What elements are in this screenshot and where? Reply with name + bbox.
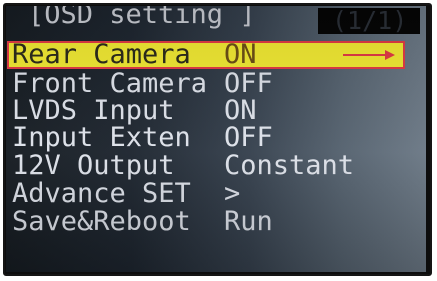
menu-item-input-exten[interactable]: Input Exten OFF [6, 124, 426, 152]
menu-item-label: Rear Camera [12, 39, 191, 70]
osd-header: [OSD setting ] (1/1) [12, 6, 422, 36]
right-arrow-icon [343, 50, 395, 60]
menu-item-label: Save&Reboot [12, 206, 191, 237]
osd-screen: [OSD setting ] (1/1) Rear Camera ON Fron… [6, 6, 426, 272]
menu-item-save-reboot[interactable]: Save&Reboot Run [6, 208, 426, 236]
menu-item-rear-camera[interactable]: Rear Camera ON [7, 41, 405, 69]
menu-item-value: Constant [224, 150, 355, 181]
menu-item-value: Run [224, 206, 273, 237]
menu-item-label: Advance SET [12, 178, 191, 209]
menu-item-front-camera[interactable]: Front Camera OFF [6, 70, 426, 98]
menu-item-label: Front Camera [12, 68, 208, 99]
menu-item-label: Input Exten [12, 122, 191, 153]
page-indicator: (1/1) [318, 8, 420, 34]
osd-title: [OSD setting ] [28, 6, 256, 30]
menu-item-value: > [224, 178, 241, 209]
menu-item-lvds-input[interactable]: LVDS Input ON [6, 97, 426, 125]
menu-item-value: ON [224, 39, 257, 70]
menu-item-advance-set[interactable]: Advance SET > [6, 180, 426, 208]
menu-item-12v-output[interactable]: 12V Output Constant [6, 152, 426, 180]
menu-item-value: OFF [224, 68, 273, 99]
menu-item-value: ON [224, 95, 257, 126]
menu-item-label: LVDS Input [12, 95, 175, 126]
menu-item-value: OFF [224, 122, 273, 153]
menu-item-label: 12V Output [12, 150, 175, 181]
